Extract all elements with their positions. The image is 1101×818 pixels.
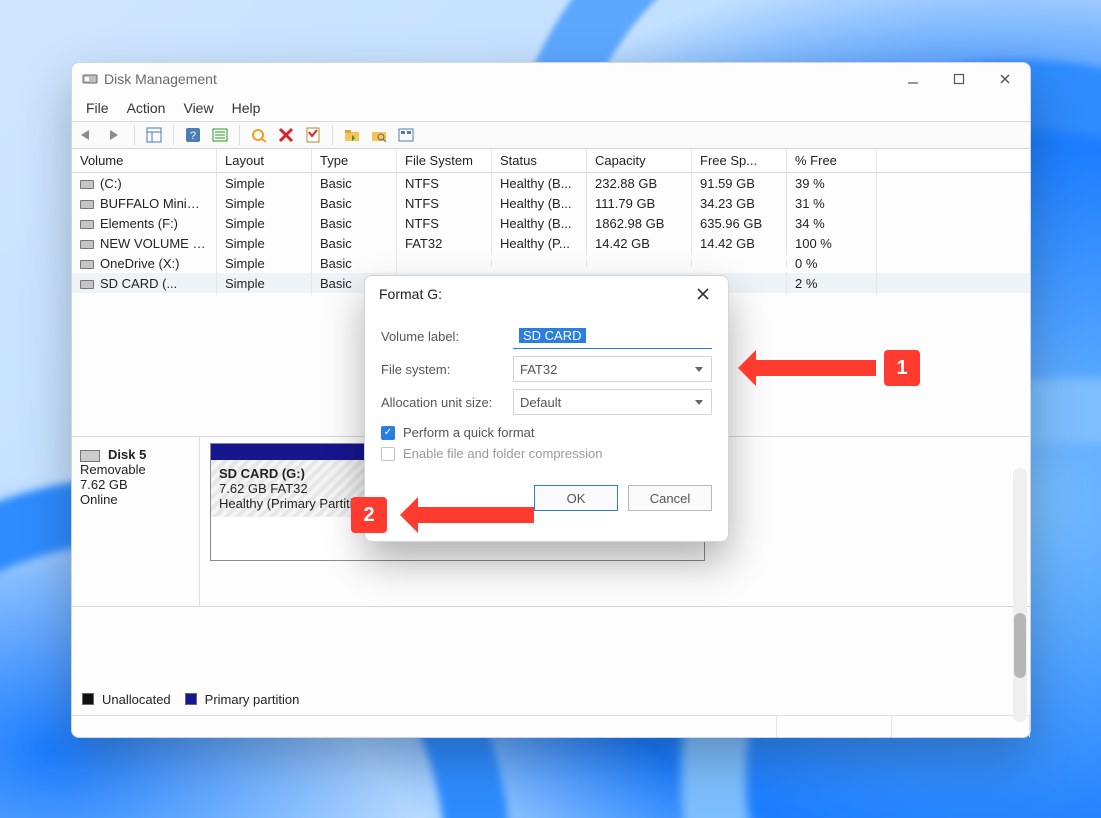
- compress-label: Enable file and folder compression: [403, 446, 602, 461]
- format-dialog: Format G: Volume label: SD CARD File sys…: [364, 275, 729, 542]
- menu-action[interactable]: Action: [127, 100, 166, 116]
- dialog-title: Format G:: [379, 286, 442, 302]
- drive-icon: [80, 260, 94, 269]
- help-icon[interactable]: ?: [183, 125, 203, 145]
- show-hide-console-icon[interactable]: [144, 125, 164, 145]
- allocation-label: Allocation unit size:: [381, 395, 513, 410]
- file-system-label: File system:: [381, 362, 513, 377]
- status-bar: [72, 715, 1030, 737]
- menu-file[interactable]: File: [86, 100, 109, 116]
- table-row[interactable]: NEW VOLUME (E:)SimpleBasicFAT32Healthy (…: [72, 233, 1030, 253]
- col-pctfree[interactable]: % Free: [787, 149, 877, 172]
- cancel-button[interactable]: Cancel: [628, 485, 712, 511]
- ok-button[interactable]: OK: [534, 485, 618, 511]
- table-row[interactable]: Elements (F:)SimpleBasicNTFSHealthy (B..…: [72, 213, 1030, 233]
- action-list-icon[interactable]: [210, 125, 230, 145]
- disk-icon: [80, 450, 100, 462]
- folder-up-icon[interactable]: [342, 125, 362, 145]
- drive-icon: [80, 180, 94, 189]
- drive-icon: [80, 200, 94, 209]
- col-free[interactable]: Free Sp...: [692, 149, 787, 172]
- legend-primary: Primary partition: [205, 692, 300, 707]
- forward-button[interactable]: [105, 125, 125, 145]
- col-volume[interactable]: Volume: [72, 149, 217, 172]
- partition-name: SD CARD (G:): [219, 466, 305, 481]
- chevron-down-icon: [695, 400, 703, 405]
- file-system-value: FAT32: [520, 362, 557, 377]
- volume-label-value: SD CARD: [519, 328, 586, 343]
- drive-icon: [80, 280, 94, 289]
- quick-format-checkbox[interactable]: ✓: [381, 426, 395, 440]
- refresh-icon[interactable]: [249, 125, 269, 145]
- dialog-close-button[interactable]: [684, 279, 722, 309]
- col-layout[interactable]: Layout: [217, 149, 312, 172]
- properties-icon[interactable]: [303, 125, 323, 145]
- view-options-icon[interactable]: [396, 125, 416, 145]
- table-row[interactable]: BUFFALO MiniStat...SimpleBasicNTFSHealth…: [72, 193, 1030, 213]
- vertical-scrollbar[interactable]: [1013, 468, 1027, 722]
- disk-size: 7.62 GB: [80, 477, 191, 492]
- table-row[interactable]: OneDrive (X:)SimpleBasic0 %: [72, 253, 1030, 273]
- close-button[interactable]: [982, 64, 1028, 94]
- annotation-badge-1: 1: [884, 350, 920, 386]
- disk-label: Disk 5: [108, 447, 146, 462]
- annotation-arrow-1: [756, 360, 876, 376]
- drive-icon: [80, 240, 94, 249]
- scrollbar-thumb[interactable]: [1014, 613, 1026, 678]
- disk-kind: Removable: [80, 462, 191, 477]
- annotation-badge-2: 2: [351, 497, 387, 533]
- toolbar: ?: [72, 121, 1030, 149]
- legend: Unallocated Primary partition: [72, 683, 1030, 715]
- disk-info[interactable]: Disk 5 Removable 7.62 GB Online: [72, 437, 200, 606]
- delete-icon[interactable]: [276, 125, 296, 145]
- col-type[interactable]: Type: [312, 149, 397, 172]
- volume-label-label: Volume label:: [381, 329, 513, 344]
- chevron-down-icon: [695, 367, 703, 372]
- back-button[interactable]: [78, 125, 98, 145]
- compress-checkbox: [381, 447, 395, 461]
- annotation-arrow-2: [418, 507, 534, 523]
- col-capacity[interactable]: Capacity: [587, 149, 692, 172]
- disk-state: Online: [80, 492, 191, 507]
- maximize-button[interactable]: [936, 64, 982, 94]
- quick-format-label: Perform a quick format: [403, 425, 535, 440]
- allocation-select[interactable]: Default: [513, 389, 712, 415]
- folder-find-icon[interactable]: [369, 125, 389, 145]
- allocation-value: Default: [520, 395, 561, 410]
- file-system-select[interactable]: FAT32: [513, 356, 712, 382]
- legend-unallocated-swatch: [82, 693, 94, 705]
- menubar: File Action View Help: [72, 95, 1030, 121]
- window-title: Disk Management: [104, 71, 217, 87]
- menu-help[interactable]: Help: [232, 100, 261, 116]
- app-icon: [82, 71, 98, 87]
- table-row[interactable]: (C:)SimpleBasicNTFSHealthy (B...232.88 G…: [72, 173, 1030, 193]
- volume-list-header: Volume Layout Type File System Status Ca…: [72, 149, 1030, 173]
- legend-primary-swatch: [185, 693, 197, 705]
- col-status[interactable]: Status: [492, 149, 587, 172]
- col-fs[interactable]: File System: [397, 149, 492, 172]
- menu-view[interactable]: View: [183, 100, 213, 116]
- drive-icon: [80, 220, 94, 229]
- legend-unallocated: Unallocated: [102, 692, 171, 707]
- volume-label-input[interactable]: SD CARD: [513, 323, 712, 349]
- minimize-button[interactable]: [890, 64, 936, 94]
- svg-text:?: ?: [190, 130, 196, 142]
